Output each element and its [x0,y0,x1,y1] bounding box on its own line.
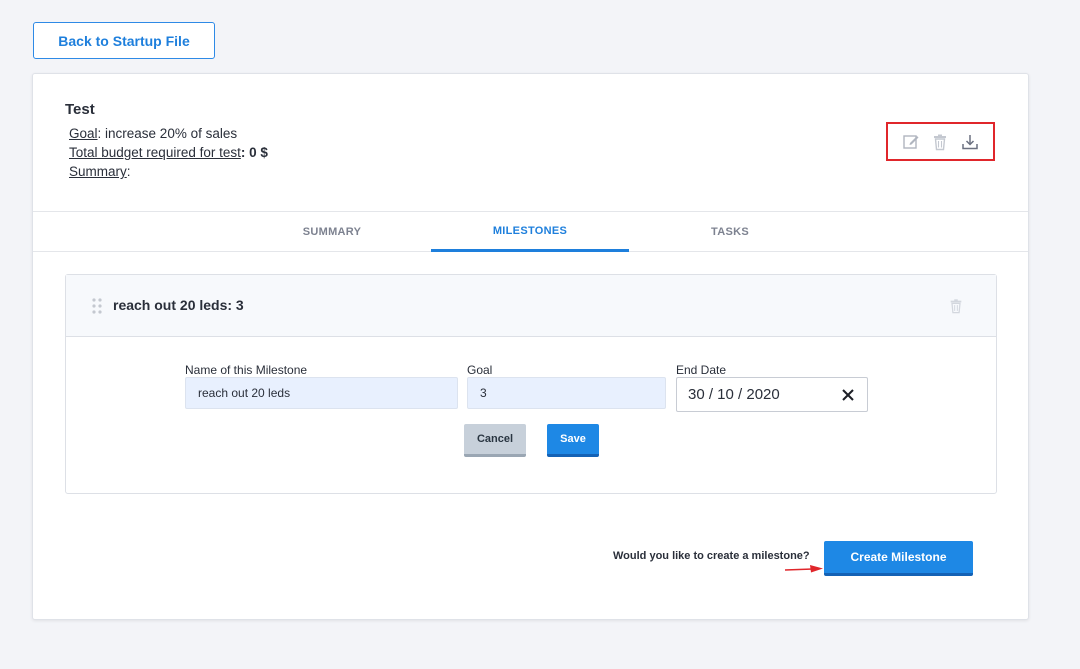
clear-date-icon[interactable] [841,388,855,402]
back-to-startup-file-button[interactable]: Back to Startup File [33,22,215,59]
milestone-name-label: Name of this Milestone [185,363,308,377]
milestone-goal-input[interactable] [467,377,666,409]
edit-icon[interactable] [901,132,921,152]
end-date-field[interactable]: 30 / 10 / 2020 [676,377,868,412]
goal-line: Goal: increase 20% of sales [69,126,237,141]
milestone-header: reach out 20 leds: 3 [66,275,996,337]
test-title: Test [65,101,95,118]
milestone-trash-icon[interactable] [948,297,964,315]
milestone-name-input[interactable] [185,377,458,409]
budget-value: : 0 $ [240,145,268,160]
milestone-header-title: reach out 20 leds: 3 [113,297,244,313]
red-arrow-icon [784,565,823,573]
tab-milestones[interactable]: MILESTONES [431,212,629,252]
test-card: Test Goal: increase 20% of sales Total b… [32,73,1029,620]
goal-value: : increase 20% of sales [97,126,238,141]
tab-tasks[interactable]: TASKS [631,212,829,252]
save-button[interactable]: Save [547,424,599,457]
milestone-panel: reach out 20 leds: 3 Name of this Milest… [65,274,997,494]
budget-key: Total budget required for test [69,145,241,160]
budget-line: Total budget required for test: 0 $ [69,145,268,160]
milestone-goal-label: Goal [467,363,493,377]
create-milestone-prompt: Would you like to create a milestone? [613,550,810,562]
cancel-button[interactable]: Cancel [464,424,526,457]
test-actions-highlight [886,122,995,161]
goal-key: Goal [69,126,98,141]
create-milestone-button[interactable]: Create Milestone [824,541,973,576]
summary-value: : [126,164,131,179]
tab-bar: SUMMARY MILESTONES TASKS [33,211,1028,252]
end-date-label: End Date [676,363,727,377]
tab-summary[interactable]: SUMMARY [233,212,431,252]
summary-line: Summary: [69,164,131,179]
summary-key: Summary [69,164,127,179]
end-date-value: 30 / 10 / 2020 [688,386,780,403]
download-icon[interactable] [960,132,980,152]
trash-icon[interactable] [930,132,950,152]
drag-handle-icon[interactable] [92,298,102,314]
